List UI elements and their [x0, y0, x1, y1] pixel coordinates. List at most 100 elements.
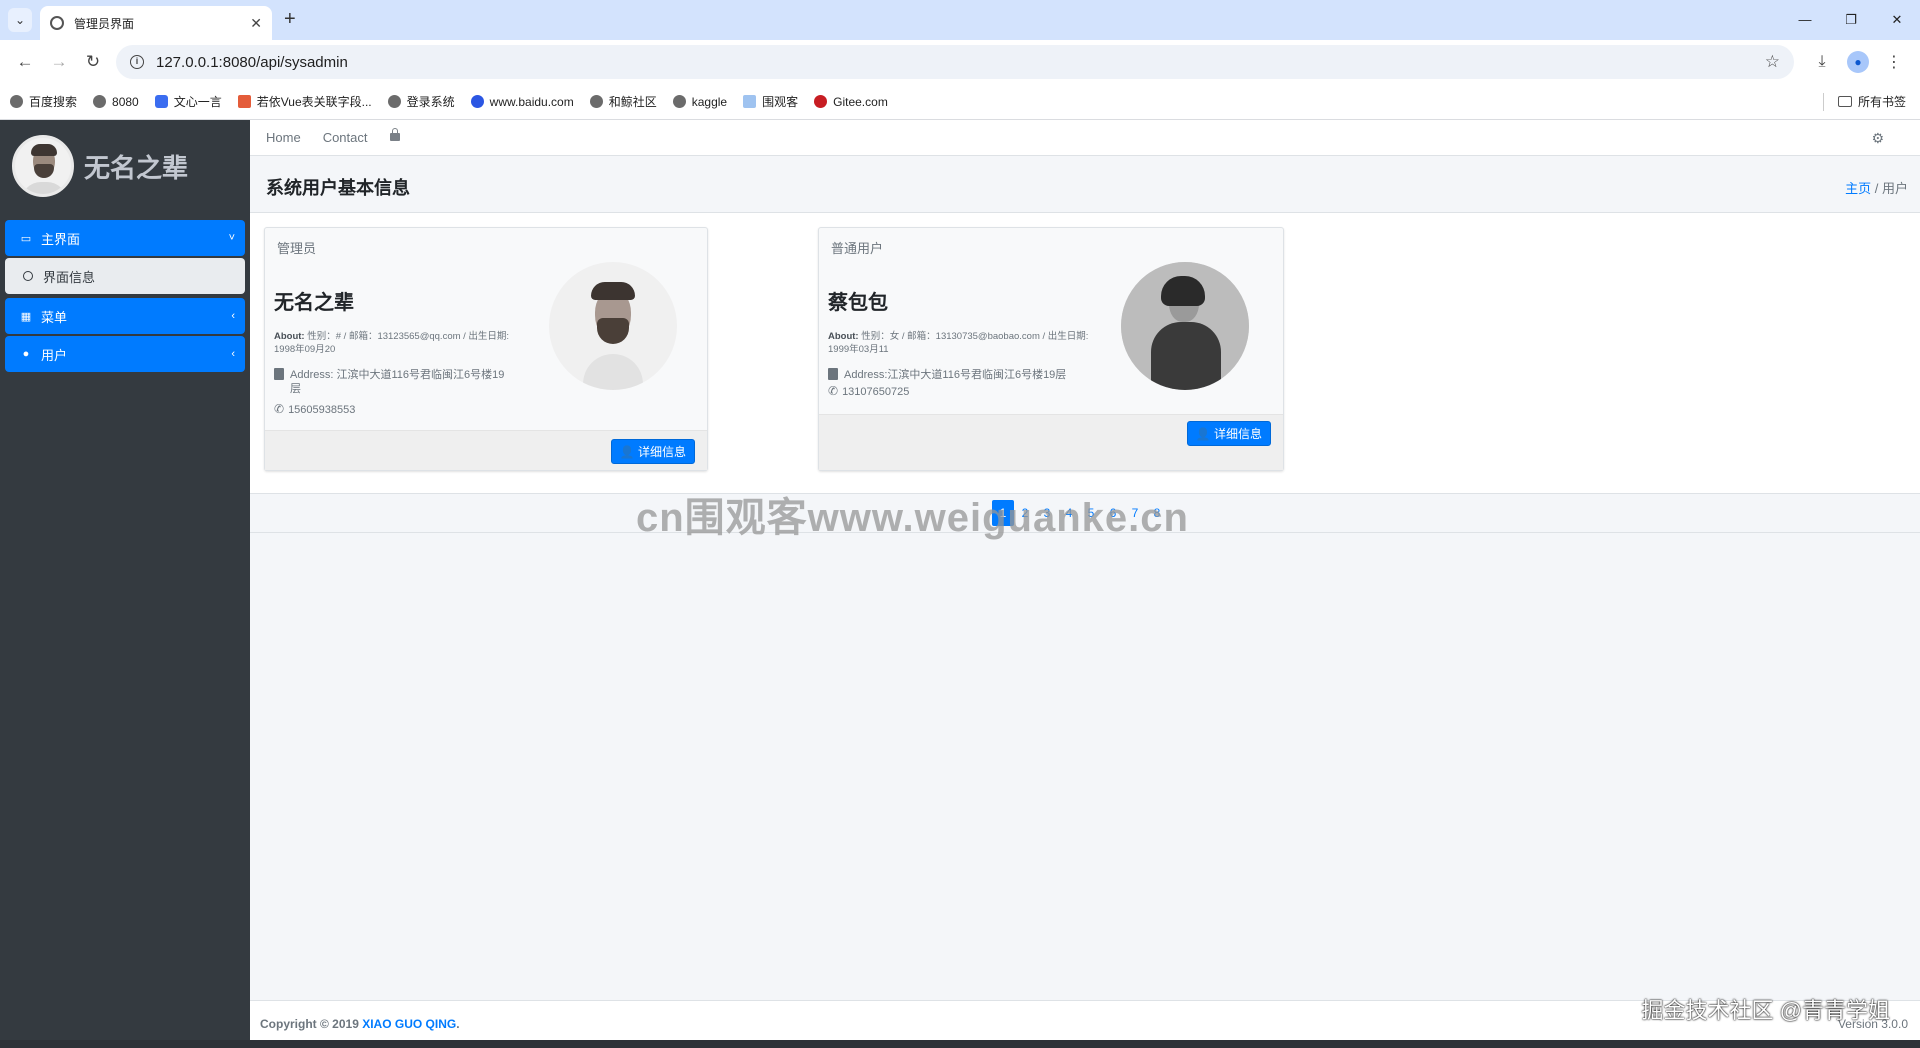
- tab-title: 管理员界面: [74, 16, 135, 31]
- main-content: Home Contact ⚙ 系统用户基本信息 主页 / 用户 管理员 无名之辈…: [250, 120, 1920, 1048]
- monitor-icon: ▭: [20, 232, 32, 245]
- card-address: Address: 江滨中大道116号君临闽江6号楼19 层: [274, 368, 504, 396]
- circle-icon: [23, 271, 33, 281]
- watermark: cn围观客www.weiguanke.cn: [636, 496, 1189, 540]
- sidebar-item-main[interactable]: ▭ 主界面 ˅: [5, 220, 245, 256]
- browser-tab-strip: ⌄ 管理员界面 ✕ + — ❐ ✕: [0, 0, 1920, 40]
- weiguanke-icon: [743, 95, 757, 108]
- bookmark-item[interactable]: 8080: [93, 95, 139, 109]
- tab-search-button[interactable]: ⌄: [8, 8, 32, 32]
- profile-avatar[interactable]: ●: [1840, 51, 1876, 73]
- nav-contact-link[interactable]: Contact: [323, 130, 368, 145]
- phone-icon: ✆: [274, 402, 285, 416]
- bookmark-item[interactable]: 文心一言: [154, 93, 222, 110]
- user-cards-panel: 管理员 无名之辈 About: 性别：# / 邮箱：13123565@qq.co…: [250, 212, 1920, 540]
- bookmark-item[interactable]: 百度搜索: [10, 93, 77, 110]
- globe-icon: [387, 95, 401, 108]
- baidu-paw-icon: [470, 95, 484, 108]
- breadcrumb-home-link[interactable]: 主页: [1845, 181, 1871, 196]
- card-role: 管理员: [277, 241, 317, 256]
- download-icon[interactable]: ⤓: [1804, 53, 1840, 71]
- brand-name: 无名之辈: [84, 152, 189, 183]
- card-name: 蔡包包: [828, 292, 888, 314]
- globe-icon: [10, 95, 23, 108]
- gear-icon[interactable]: ⚙: [1871, 130, 1884, 147]
- avatar: [12, 135, 74, 197]
- sidebar: 无名之辈 ▭ 主界面 ˅ 界面信息 ▦ 菜单 ‹ ● 用户 ‹: [0, 120, 250, 1048]
- content-header: 系统用户基本信息 主页 / 用户: [250, 156, 1920, 212]
- breadcrumb: 主页 / 用户: [1845, 178, 1908, 197]
- card-role: 普通用户: [831, 241, 884, 256]
- close-window-button[interactable]: ✕: [1874, 0, 1920, 40]
- globe-icon: [93, 95, 107, 108]
- copyright-text: Copyright © 2019: [260, 1017, 363, 1031]
- gitee-icon: [814, 95, 828, 108]
- card-footer: 👤 详细信息: [265, 430, 707, 470]
- watermark-2: 掘金技术社区 @青青学姐: [1641, 998, 1890, 1023]
- chevron-left-icon: ‹: [231, 310, 235, 322]
- forward-button[interactable]: →: [42, 52, 76, 72]
- globe-icon: [50, 16, 64, 30]
- new-tab-button[interactable]: +: [284, 8, 296, 31]
- close-tab-icon[interactable]: ✕: [250, 15, 262, 32]
- bookmark-item[interactable]: kaggle: [672, 95, 727, 109]
- brand[interactable]: 无名之辈: [0, 120, 250, 212]
- table-icon: ▦: [20, 310, 32, 323]
- chevron-left-icon: ‹: [231, 348, 235, 360]
- phone-icon: ✆: [828, 384, 839, 398]
- card-address: Address:江滨中大道116号君临闽江6号楼19层: [828, 368, 1066, 382]
- folder-icon: [1837, 96, 1852, 107]
- bookmark-item[interactable]: 登录系统: [387, 93, 455, 110]
- reload-button[interactable]: ↻: [76, 52, 110, 72]
- card-about: About: 性别：# / 邮箱：13123565@qq.com / 出生日期:…: [274, 331, 510, 355]
- card-footer: 👤 详细信息: [819, 414, 1283, 470]
- bookmark-item[interactable]: www.baidu.com: [470, 95, 574, 109]
- user-card-normal: 普通用户 蔡包包 About: 性别：女 / 邮箱：13130735@baoba…: [818, 227, 1284, 471]
- chevron-down-icon: ˅: [228, 232, 235, 244]
- address-toolbar: ← → ↻ i 127.0.0.1:8080/api/sysadmin ☆ ⤓ …: [0, 40, 1920, 84]
- url-text: 127.0.0.1:8080/api/sysadmin: [156, 53, 348, 71]
- card-phone: ✆ 15605938553: [274, 402, 356, 416]
- card-name: 无名之辈: [274, 292, 354, 314]
- card-phone: ✆ 13107650725: [828, 384, 910, 398]
- profile-photo: [549, 262, 677, 390]
- lock-icon[interactable]: [389, 127, 400, 141]
- details-button[interactable]: 👤 详细信息: [610, 439, 695, 464]
- divider: [1822, 92, 1824, 111]
- browser-menu-icon[interactable]: ⋮: [1876, 52, 1912, 72]
- restore-button[interactable]: ❐: [1828, 0, 1874, 40]
- minimize-button[interactable]: —: [1782, 0, 1828, 40]
- jianshu-icon: [237, 95, 251, 108]
- sidebar-item-user[interactable]: ● 用户 ‹: [5, 336, 245, 372]
- bookmarks-bar: 百度搜索 8080 文心一言 若依Vue表关联字段... 登录系统 www.ba…: [0, 84, 1920, 120]
- bookmark-item[interactable]: Gitee.com: [814, 95, 888, 109]
- author-link[interactable]: XIAO GUO QING: [362, 1017, 456, 1031]
- bookmark-item[interactable]: 若依Vue表关联字段...: [237, 93, 372, 110]
- bookmark-star-icon[interactable]: ☆: [1765, 52, 1780, 72]
- breadcrumb-separator: /: [1874, 181, 1882, 196]
- page-title: 系统用户基本信息: [266, 178, 410, 198]
- building-icon: [274, 368, 284, 380]
- globe-icon: [672, 95, 686, 108]
- card-about: About: 性别：女 / 邮箱：13130735@baobao.com / 出…: [828, 331, 1089, 355]
- wenxin-icon: [154, 95, 168, 108]
- globe-icon: [589, 95, 603, 108]
- building-icon: [828, 368, 838, 380]
- user-icon: ●: [22, 348, 30, 360]
- all-bookmarks-button[interactable]: 所有书签: [1837, 93, 1906, 110]
- back-button[interactable]: ←: [8, 52, 42, 72]
- site-info-icon[interactable]: i: [130, 55, 144, 69]
- nav-home-link[interactable]: Home: [266, 130, 301, 145]
- details-button[interactable]: 👤 详细信息: [1186, 421, 1271, 446]
- top-navbar: Home Contact ⚙: [250, 120, 1920, 156]
- browser-tab[interactable]: 管理员界面 ✕: [40, 6, 272, 40]
- profile-photo: [1121, 262, 1249, 390]
- address-bar[interactable]: i 127.0.0.1:8080/api/sysadmin ☆: [116, 45, 1794, 79]
- user-card-admin: 管理员 无名之辈 About: 性别：# / 邮箱：13123565@qq.co…: [264, 227, 708, 471]
- bookmark-item[interactable]: 围观客: [743, 93, 798, 110]
- taskbar-edge: [0, 1040, 1920, 1048]
- sidebar-item-menu[interactable]: ▦ 菜单 ‹: [5, 298, 245, 334]
- bookmark-item[interactable]: 和鲸社区: [589, 93, 657, 110]
- sidebar-item-page-info[interactable]: 界面信息: [5, 258, 245, 294]
- breadcrumb-current: 用户: [1881, 181, 1908, 196]
